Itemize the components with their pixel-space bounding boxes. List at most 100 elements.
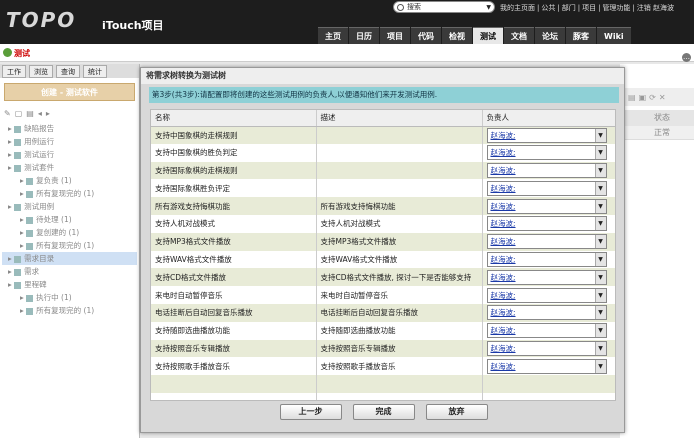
owner-select[interactable]: 赵海波; ▼ xyxy=(486,127,607,143)
top-link[interactable]: 项目 xyxy=(582,4,596,12)
owner-value[interactable]: 赵海波; xyxy=(491,166,516,175)
cancel-button[interactable]: 放弃 xyxy=(425,404,488,420)
owner-select[interactable]: 赵海波; ▼ xyxy=(486,269,607,285)
chevron-down-icon[interactable]: ▼ xyxy=(594,341,606,355)
tree-item[interactable]: ▸ 所有复现完的 (1) xyxy=(2,187,137,200)
tree-item[interactable]: ▸ 待处理 (1) xyxy=(2,213,137,226)
tree-item[interactable]: ▸ 需求目录 xyxy=(2,252,137,265)
owner-select[interactable]: 赵海波; ▼ xyxy=(486,145,607,161)
top-link[interactable]: 注销 赵海波 xyxy=(637,4,674,12)
nav-tab[interactable]: 日历 xyxy=(349,27,379,44)
prev-step-button[interactable]: 上一步 xyxy=(279,404,342,420)
testcase-name: 支持MP3格式文件播放 xyxy=(151,232,317,251)
chevron-down-icon[interactable]: ▼ xyxy=(594,252,606,266)
chevron-down-icon[interactable]: ▼ xyxy=(594,288,606,302)
chevron-down-icon[interactable]: ▼ xyxy=(594,146,606,160)
copy-icon[interactable]: ▢ xyxy=(15,109,23,118)
tree-item[interactable]: ▸ 执行中 (1) xyxy=(2,291,137,304)
owner-value[interactable]: 赵海波; xyxy=(491,273,516,282)
sidebar-tab[interactable]: 统计 xyxy=(83,65,107,78)
owner-value[interactable]: 赵海波; xyxy=(491,326,516,335)
testcase-description xyxy=(316,126,483,144)
right-panel: ▤ ▣ ⟳ ✕ 状态 正常 xyxy=(620,64,694,438)
owner-value[interactable]: 赵海波; xyxy=(491,148,516,157)
table-row: 支持按照歌手播放音乐 支持按照歌手播放音乐 赵海波; ▼ xyxy=(151,357,615,376)
tree-item[interactable]: ▸ 测试用例 xyxy=(2,200,137,213)
close-icon[interactable]: ✕ xyxy=(659,93,666,102)
create-button[interactable]: 创建 - 测试软件 xyxy=(4,83,135,101)
nav-tab[interactable]: 主页 xyxy=(318,27,348,44)
nav-tab[interactable]: 文档 xyxy=(504,27,534,44)
document-icon[interactable]: ▤ xyxy=(628,93,636,102)
owner-select[interactable]: 赵海波; ▼ xyxy=(486,287,607,303)
sidebar-tab[interactable]: 浏览 xyxy=(29,65,53,78)
chevron-down-icon[interactable]: ▼ xyxy=(594,217,606,231)
chevron-down-icon[interactable]: ▼ xyxy=(594,181,606,195)
new-icon[interactable]: ▣ xyxy=(639,93,647,102)
chevron-down-icon[interactable]: ▼ xyxy=(594,163,606,177)
tree-item[interactable]: ▸ 复负责 (1) xyxy=(2,174,137,187)
edit-icon[interactable]: ✎ xyxy=(4,109,11,118)
refresh-icon[interactable]: ⟳ xyxy=(649,93,656,102)
owner-select[interactable]: 赵海波; ▼ xyxy=(486,340,607,356)
chevron-down-icon[interactable]: ▼ xyxy=(594,270,606,284)
owner-select[interactable]: 赵海波; ▼ xyxy=(486,198,607,214)
tree-item[interactable]: ▸ 所有复现完的 (1) xyxy=(2,239,137,252)
tree-item[interactable]: ▸ 缺陷报告 xyxy=(2,122,137,135)
tree-item[interactable]: ▸ 复创建的 (1) xyxy=(2,226,137,239)
sidebar-tab[interactable]: 查询 xyxy=(56,65,80,78)
back-icon[interactable]: ◂ xyxy=(38,109,42,118)
chevron-down-icon[interactable]: ▼ xyxy=(594,199,606,213)
owner-select[interactable]: 赵海波; ▼ xyxy=(486,251,607,267)
nav-tab[interactable]: 项目 xyxy=(380,27,410,44)
tree-item[interactable]: ▸ 测试套件 xyxy=(2,161,137,174)
owner-select[interactable]: 赵海波; ▼ xyxy=(486,323,607,339)
chevron-down-icon[interactable]: ▼ xyxy=(594,235,606,249)
nav-tab[interactable]: Wiki xyxy=(597,27,631,44)
folder-icon xyxy=(26,294,34,302)
owner-value[interactable]: 赵海波; xyxy=(491,237,516,246)
top-link[interactable]: 公共 xyxy=(541,4,555,12)
owner-value[interactable]: 赵海波; xyxy=(491,202,516,211)
chevron-down-icon[interactable]: ▼ xyxy=(594,324,606,338)
top-link[interactable]: 我的主页面 xyxy=(500,4,535,12)
owner-select[interactable]: 赵海波; ▼ xyxy=(486,305,607,321)
chevron-down-icon[interactable]: ▼ xyxy=(594,359,606,373)
nav-tab[interactable]: 检视 xyxy=(442,27,472,44)
sidebar-tab[interactable]: 工作 xyxy=(2,65,26,78)
tree-item[interactable]: ▸ 所有复现完的 (1) xyxy=(2,304,137,317)
nav-tab[interactable]: 代码 xyxy=(411,27,441,44)
owner-value[interactable]: 赵海波; xyxy=(491,131,516,140)
owner-select[interactable]: 赵海波; ▼ xyxy=(486,358,607,374)
chevron-down-icon[interactable]: ▼ xyxy=(486,4,491,11)
owner-select[interactable]: 赵海波; ▼ xyxy=(486,234,607,250)
tree-item[interactable]: ▸ 需求 xyxy=(2,265,137,278)
tree-item[interactable]: ▸ 用例运行 xyxy=(2,135,137,148)
owner-select[interactable]: 赵海波; ▼ xyxy=(486,180,607,196)
top-link[interactable]: 管理功能 xyxy=(602,4,630,12)
nav-tab[interactable]: 豚客 xyxy=(566,27,596,44)
owner-value[interactable]: 赵海波; xyxy=(491,362,516,371)
finish-button[interactable]: 完成 xyxy=(352,404,415,420)
owner-value[interactable]: 赵海波; xyxy=(491,184,516,193)
testcase-description: 来电时自动暂停音乐 xyxy=(316,286,483,304)
tree-item[interactable]: ▸ 里程碑 xyxy=(2,278,137,291)
more-icon[interactable]: … xyxy=(682,53,691,62)
search-input[interactable]: 搜索 ▼ xyxy=(393,1,495,13)
owner-select[interactable]: 赵海波; ▼ xyxy=(486,216,607,232)
owner-value[interactable]: 赵海波; xyxy=(491,308,516,317)
owner-value[interactable]: 赵海波; xyxy=(491,291,516,300)
testcase-description: 支持按照音乐专辑播放 xyxy=(316,339,483,358)
owner-value[interactable]: 赵海波; xyxy=(491,344,516,353)
document-icon[interactable]: ▤ xyxy=(26,109,34,118)
owner-select[interactable]: 赵海波; ▼ xyxy=(486,162,607,178)
top-link[interactable]: 部门 xyxy=(562,4,576,12)
chevron-down-icon[interactable]: ▼ xyxy=(594,128,606,142)
tree-item[interactable]: ▸ 测试运行 xyxy=(2,148,137,161)
chevron-down-icon[interactable]: ▼ xyxy=(594,306,606,320)
owner-value[interactable]: 赵海波; xyxy=(491,219,516,228)
forward-icon[interactable]: ▸ xyxy=(46,109,50,118)
nav-tab[interactable]: 测试 xyxy=(473,27,503,44)
owner-value[interactable]: 赵海波; xyxy=(491,255,516,264)
nav-tab[interactable]: 论坛 xyxy=(535,27,565,44)
